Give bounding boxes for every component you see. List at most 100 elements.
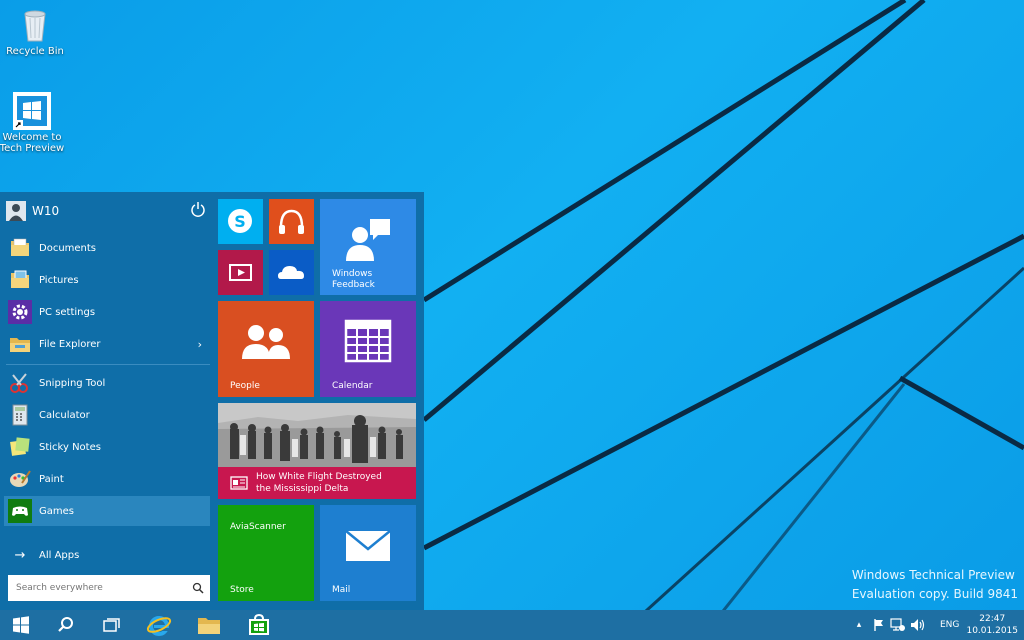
power-icon	[191, 202, 205, 217]
video-tile[interactable]	[218, 250, 263, 295]
recycle-bin-label: Recycle Bin	[6, 46, 64, 57]
tile-label: Calendar	[332, 381, 373, 391]
onedrive-tile[interactable]	[269, 250, 314, 295]
build-watermark: Windows Technical Preview Evaluation cop…	[852, 566, 1018, 604]
start-button[interactable]	[0, 610, 42, 640]
news-tile[interactable]: How White Flight Destroyed the Mississip…	[218, 403, 416, 499]
windows-feedback-tile[interactable]: Windows Feedback	[320, 199, 416, 295]
start-item-documents[interactable]: Documents	[4, 233, 210, 263]
watermark-line1: Windows Technical Preview	[851, 568, 1015, 582]
start-item-label: Games	[39, 505, 74, 517]
store-tile[interactable]: AviaScanner Store	[218, 505, 314, 601]
system-tray: ▴ ENG	[852, 610, 959, 640]
user-name: W10	[32, 204, 60, 218]
tile-label: People	[230, 381, 260, 391]
search-icon[interactable]	[192, 582, 204, 594]
task-view-icon	[103, 618, 120, 632]
show-hidden-icons-icon[interactable]: ▴	[852, 620, 866, 630]
start-menu-divider	[6, 364, 210, 365]
input-language[interactable]: ENG	[940, 620, 959, 630]
search-input[interactable]	[14, 582, 178, 594]
scissors-icon	[10, 373, 28, 393]
tile-label: Store	[230, 585, 254, 595]
welcome-label-line1: Welcome to	[2, 132, 62, 143]
skype-icon: S	[228, 209, 252, 233]
tile-label-line1: Windows	[332, 269, 373, 279]
start-item-paint[interactable]: Paint	[4, 464, 210, 494]
internet-explorer-button[interactable]	[138, 610, 180, 640]
store-taskbar-button[interactable]	[238, 610, 280, 640]
news-headline-line2: the Mississippi Delta	[256, 484, 349, 494]
clock-date: 10.01.2015	[966, 626, 1018, 636]
start-item-label: Snipping Tool	[39, 377, 106, 389]
user-account[interactable]: W10	[6, 200, 59, 222]
news-headline-line1: How White Flight Destroyed	[256, 472, 382, 482]
file-explorer-taskbar-button[interactable]	[188, 610, 230, 640]
start-item-sticky-notes[interactable]: Sticky Notes	[4, 432, 210, 462]
start-item-label: Documents	[39, 242, 97, 254]
start-item-calculator[interactable]: Calculator	[4, 400, 210, 430]
welcome-label-line2: Tech Preview	[0, 143, 65, 154]
start-item-label: File Explorer	[39, 338, 101, 350]
tile-label: Mail	[332, 585, 351, 595]
skype-tile[interactable]: S	[218, 199, 263, 244]
start-menu: W10 Documents Pictures PC settings File …	[0, 192, 424, 610]
tile-label-line2: Feedback	[332, 280, 375, 290]
calendar-tile[interactable]: Calendar	[320, 301, 416, 397]
music-tile[interactable]	[269, 199, 314, 244]
clock-time: 22:47	[979, 614, 1006, 624]
people-tile[interactable]: People	[218, 301, 314, 397]
pictures-folder-icon	[11, 270, 29, 288]
svg-text:S: S	[234, 212, 246, 231]
watermark-line2: Evaluation copy. Build 9841	[851, 587, 1018, 601]
avatar-icon	[6, 201, 26, 221]
documents-folder-icon	[11, 238, 29, 256]
welcome-desktop-icon[interactable]: Welcome to Tech Preview	[0, 92, 67, 154]
start-item-file-explorer[interactable]: File Explorer ›	[4, 329, 210, 359]
start-item-label: Paint	[39, 473, 64, 485]
internet-explorer-icon	[146, 616, 172, 636]
start-item-label: Calculator	[39, 409, 90, 421]
sticky-notes-icon	[10, 437, 30, 456]
recycle-bin-icon	[16, 6, 54, 44]
all-apps-button[interactable]: → All Apps	[4, 540, 210, 570]
taskbar: ▴ ENG 22:47 10.01.2015	[0, 610, 1024, 640]
all-apps-label: All Apps	[39, 549, 80, 561]
start-item-games[interactable]: Games	[4, 496, 210, 526]
start-menu-left-column: W10 Documents Pictures PC settings File …	[0, 192, 212, 610]
recycle-bin-desktop-icon[interactable]: Recycle Bin	[0, 6, 70, 57]
action-center-flag-icon[interactable]	[872, 618, 886, 632]
start-item-pc-settings[interactable]: PC settings	[4, 297, 210, 327]
start-item-label: Pictures	[39, 274, 79, 286]
windows-logo-icon	[13, 92, 51, 130]
arrow-right-icon: →	[14, 547, 26, 563]
mail-tile[interactable]: Mail	[320, 505, 416, 601]
xbox-controller-icon	[8, 499, 32, 523]
search-icon	[58, 617, 73, 632]
taskbar-clock[interactable]: 22:47 10.01.2015	[966, 613, 1018, 637]
gear-icon	[8, 300, 32, 324]
power-button[interactable]	[190, 201, 206, 217]
store-bag-icon	[249, 614, 269, 635]
headphones-icon	[279, 209, 304, 234]
start-item-pictures[interactable]: Pictures	[4, 265, 210, 295]
paint-palette-icon	[10, 470, 31, 487]
file-explorer-icon	[10, 338, 30, 352]
news-icon	[230, 476, 248, 490]
store-live-text: AviaScanner	[230, 522, 286, 532]
network-icon[interactable]	[890, 618, 906, 632]
chevron-right-icon[interactable]: ›	[198, 338, 202, 351]
windows-start-icon	[13, 616, 29, 634]
taskbar-search-button[interactable]	[46, 610, 86, 640]
start-search-box[interactable]	[8, 575, 210, 601]
cloud-icon	[278, 266, 304, 279]
news-photo	[218, 403, 416, 467]
volume-icon[interactable]	[910, 618, 926, 632]
video-play-icon	[229, 264, 252, 281]
calculator-icon	[12, 404, 28, 426]
start-item-label: PC settings	[39, 306, 96, 318]
folder-icon	[198, 618, 220, 634]
start-item-snipping-tool[interactable]: Snipping Tool	[4, 368, 210, 398]
task-view-button[interactable]	[92, 610, 132, 640]
start-item-label: Sticky Notes	[39, 441, 101, 453]
